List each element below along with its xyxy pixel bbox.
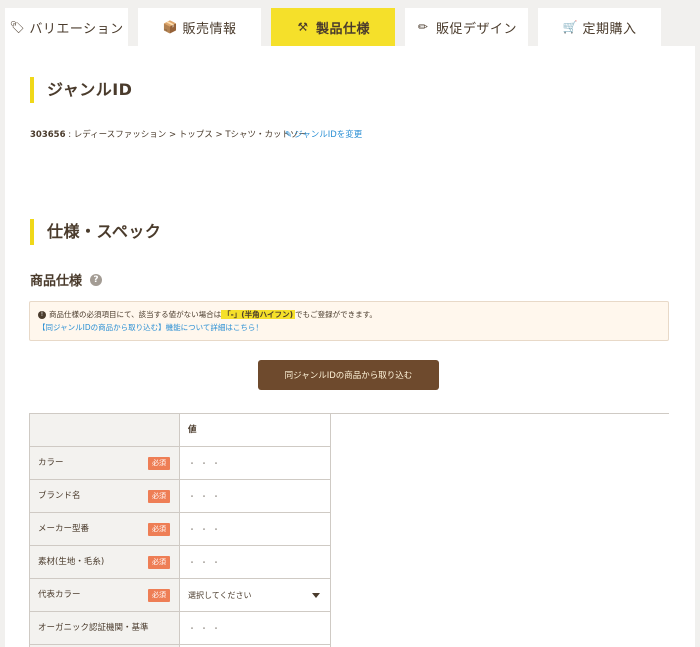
tab-variation[interactable]: 🏷 バリエーション — [5, 8, 128, 46]
model-number-input[interactable]: ・・・ — [180, 513, 331, 546]
cart-icon: 🛒 — [562, 20, 578, 34]
required-badge: 必須 — [148, 589, 170, 602]
pencil-icon: ✎ — [285, 130, 293, 140]
notice-text-before: 商品仕様の必須項目にて、該当する値がない場合は — [49, 310, 222, 319]
info-icon: ! — [38, 311, 46, 319]
organic-certification-input[interactable]: ・・・ — [180, 612, 331, 645]
tab-product-spec[interactable]: ⚒ 製品仕様 — [271, 8, 395, 46]
row-label-text: カラー — [38, 458, 64, 468]
notice-highlight: 「-」(半角ハイフン) — [221, 310, 296, 319]
main-color-select[interactable]: 選択してください — [180, 579, 331, 612]
value-placeholder: ・・・ — [188, 624, 224, 633]
required-badge: 必須 — [148, 457, 170, 470]
header-label-cell — [29, 414, 180, 447]
table-row: カラー 必須 ・・・ — [29, 447, 669, 480]
change-genre-label: ジャンルIDを変更 — [294, 130, 363, 140]
row-label: 素材(生地・毛糸) 必須 — [29, 546, 180, 579]
table-header-row: 値 — [29, 414, 669, 447]
tag-icon: 🏷 — [9, 20, 26, 34]
tab-label: 販促デザイン — [435, 21, 517, 37]
notice-link[interactable]: 【同ジャンルIDの商品から取り込む】機能について詳細はこちら！ — [38, 321, 660, 334]
required-badge: 必須 — [148, 490, 170, 503]
box-icon: 📦 — [162, 20, 178, 34]
value-placeholder: ・・・ — [188, 558, 224, 567]
chevron-down-icon — [312, 593, 320, 598]
tab-subscription[interactable]: 🛒 定期購入 — [538, 8, 661, 46]
import-from-same-genre-button[interactable]: 同ジャンルIDの商品から取り込む — [258, 360, 439, 390]
tab-label: 製品仕様 — [315, 21, 370, 37]
help-icon[interactable]: ? — [90, 273, 103, 286]
table-row: ブランド名 必須 ・・・ — [29, 480, 669, 513]
row-label: オーガニック認証機関・基準 — [29, 612, 180, 645]
genre-breadcrumb: レディースファッション > トップス > Tシャツ・カットソー — [73, 130, 308, 140]
row-label: 代表カラー 必須 — [29, 579, 180, 612]
row-label-text: ブランド名 — [38, 491, 81, 501]
value-placeholder: ・・・ — [188, 492, 224, 501]
info-notice: ! 商品仕様の必須項目にて、該当する値がない場合は 「-」(半角ハイフン) でもご登録… — [29, 301, 669, 341]
value-placeholder: ・・・ — [188, 525, 224, 534]
spec-table: 値 カラー 必須 ・・・ ブランド名 必須 ・・・ メーカー型番 必須 ・・・ 素材(… — [29, 413, 669, 647]
tab-label: 定期購入 — [582, 21, 637, 37]
main-panel: ジャンルID 303656 : レディースファッション > トップス > Tシャ… — [5, 46, 695, 647]
table-row: 素材(生地・毛糸) 必須 ・・・ — [29, 546, 669, 579]
material-input[interactable]: ・・・ — [180, 546, 331, 579]
tab-label: バリエーション — [29, 21, 124, 37]
tab-bar: 🏷 バリエーション 📦 販売情報 ⚒ 製品仕様 ✏ 販促デザイン 🛒 定期購入 — [5, 8, 695, 46]
tab-sales-info[interactable]: 📦 販売情報 — [138, 8, 261, 46]
row-label-text: メーカー型番 — [38, 524, 90, 534]
section-title-genre: ジャンルID — [30, 77, 132, 103]
color-input[interactable]: ・・・ — [180, 447, 331, 480]
genre-path: 303656 : レディースファッション > トップス > Tシャツ・カットソー — [30, 130, 308, 140]
tab-label: 販売情報 — [182, 21, 237, 37]
required-badge: 必須 — [148, 556, 170, 569]
product-spec-title: 商品仕様 — [30, 274, 83, 289]
table-row: メーカー型番 必須 ・・・ — [29, 513, 669, 546]
pencil-icon: ✏ — [417, 20, 429, 34]
row-label-text: 素材(生地・毛糸) — [38, 557, 105, 567]
brand-name-input[interactable]: ・・・ — [180, 480, 331, 513]
tab-promo-design[interactable]: ✏ 販促デザイン — [405, 8, 528, 46]
row-label: ブランド名 必須 — [29, 480, 180, 513]
notice-text: ! 商品仕様の必須項目にて、該当する値がない場合は 「-」(半角ハイフン) でもご登録… — [38, 308, 660, 321]
row-label-text: 代表カラー — [38, 590, 81, 600]
header-value-cell: 値 — [180, 414, 331, 447]
tools-icon: ⚒ — [297, 20, 309, 34]
change-genre-link[interactable]: ✎ ジャンルIDを変更 — [285, 128, 362, 140]
table-row: オーガニック認証機関・基準 ・・・ — [29, 612, 669, 645]
row-label: メーカー型番 必須 — [29, 513, 180, 546]
product-spec-heading: 商品仕様 ? — [30, 270, 103, 289]
select-value: 選択してください — [188, 591, 252, 600]
notice-text-after: でもご登録ができます。 — [295, 310, 377, 319]
section-title-spec: 仕様・スペック — [30, 219, 161, 245]
row-label: カラー 必須 — [29, 447, 180, 480]
required-badge: 必須 — [148, 523, 170, 536]
row-label-text: オーガニック認証機関・基準 — [38, 623, 149, 633]
genre-id: 303656 — [30, 130, 66, 140]
value-placeholder: ・・・ — [188, 459, 224, 468]
table-row: 代表カラー 必須 選択してください — [29, 579, 669, 612]
